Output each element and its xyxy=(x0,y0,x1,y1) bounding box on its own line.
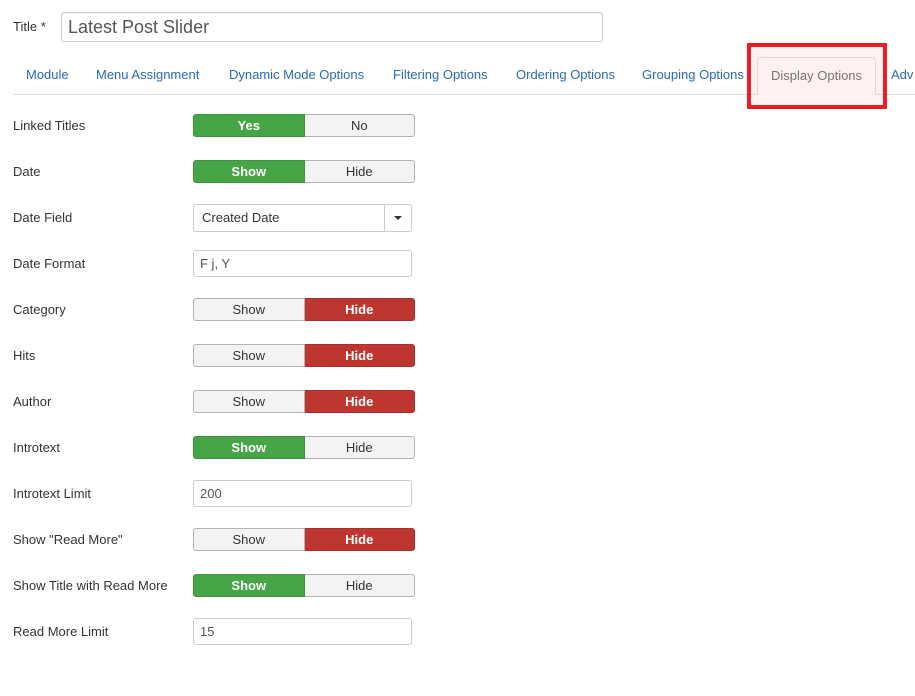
date-field-label: Date Field xyxy=(13,210,73,225)
author-label: Author xyxy=(13,394,52,409)
tab-module[interactable]: Module xyxy=(26,57,69,94)
category-show-option[interactable]: Show xyxy=(193,298,305,321)
hits-hide-option[interactable]: Hide xyxy=(304,344,415,367)
date-field-select[interactable]: Created Date xyxy=(193,204,412,232)
tab-ordering-options[interactable]: Ordering Options xyxy=(516,57,615,94)
date-toggle: Show Hide xyxy=(193,160,415,183)
introtext-toggle: Show Hide xyxy=(193,436,415,459)
show-title-with-read-more-label: Show Title with Read More xyxy=(13,578,168,593)
show-title-with-read-more-show-option[interactable]: Show xyxy=(193,574,305,597)
show-title-with-read-more-toggle: Show Hide xyxy=(193,574,415,597)
date-format-input[interactable] xyxy=(193,250,412,277)
introtext-label: Introtext xyxy=(13,440,60,455)
date-field-selected-value: Created Date xyxy=(202,210,280,225)
title-input[interactable] xyxy=(61,12,603,42)
category-toggle: Show Hide xyxy=(193,298,415,321)
linked-titles-yes-option[interactable]: Yes xyxy=(193,114,305,137)
title-label: Title * xyxy=(13,19,46,34)
tab-grouping-options[interactable]: Grouping Options xyxy=(642,57,744,94)
linked-titles-toggle: Yes No xyxy=(193,114,415,137)
author-toggle: Show Hide xyxy=(193,390,415,413)
linked-titles-no-option[interactable]: No xyxy=(304,114,415,137)
tab-bar: Module Menu Assignment Dynamic Mode Opti… xyxy=(13,57,915,95)
show-read-more-hide-option[interactable]: Hide xyxy=(304,528,415,551)
category-hide-option[interactable]: Hide xyxy=(304,298,415,321)
date-label: Date xyxy=(13,164,41,179)
hits-toggle: Show Hide xyxy=(193,344,415,367)
hits-label: Hits xyxy=(13,348,36,363)
tab-advanced[interactable]: Adv xyxy=(891,57,913,94)
read-more-limit-input[interactable] xyxy=(193,618,412,645)
show-read-more-toggle: Show Hide xyxy=(193,528,415,551)
date-hide-option[interactable]: Hide xyxy=(304,160,415,183)
chevron-down-icon[interactable] xyxy=(384,205,411,231)
introtext-limit-label: Introtext Limit xyxy=(13,486,92,501)
tab-dynamic-mode-options[interactable]: Dynamic Mode Options xyxy=(229,57,364,94)
date-show-option[interactable]: Show xyxy=(193,160,305,183)
tab-display-options[interactable]: Display Options xyxy=(757,57,877,95)
tab-menu-assignment[interactable]: Menu Assignment xyxy=(96,57,199,94)
show-title-with-read-more-hide-option[interactable]: Hide xyxy=(304,574,415,597)
read-more-limit-label: Read More Limit xyxy=(13,624,109,639)
tab-filtering-options[interactable]: Filtering Options xyxy=(393,57,488,94)
linked-titles-label: Linked Titles xyxy=(13,118,86,133)
date-format-label: Date Format xyxy=(13,256,86,271)
category-label: Category xyxy=(13,302,66,317)
author-hide-option[interactable]: Hide xyxy=(304,390,415,413)
show-read-more-label: Show "Read More" xyxy=(13,532,123,547)
show-read-more-show-option[interactable]: Show xyxy=(193,528,305,551)
introtext-show-option[interactable]: Show xyxy=(193,436,305,459)
author-show-option[interactable]: Show xyxy=(193,390,305,413)
hits-show-option[interactable]: Show xyxy=(193,344,305,367)
introtext-limit-input[interactable] xyxy=(193,480,412,507)
introtext-hide-option[interactable]: Hide xyxy=(304,436,415,459)
